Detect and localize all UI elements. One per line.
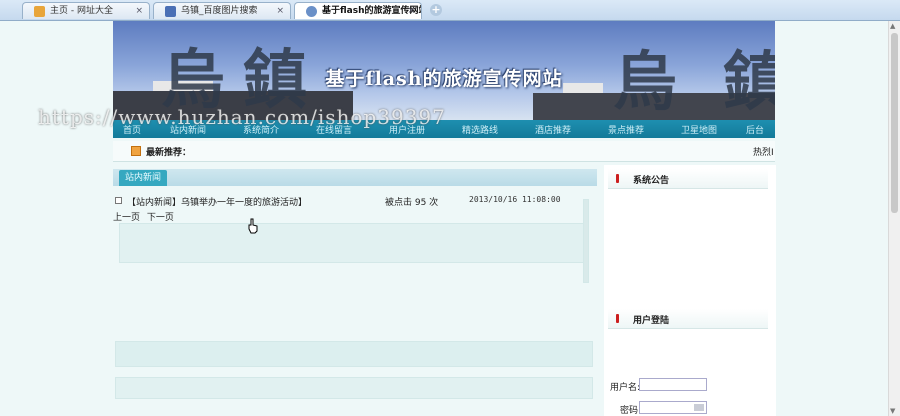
ticker-scrolling-text[interactable]: 热烈I <box>753 145 774 158</box>
nav-item-hotels[interactable]: 酒店推荐 <box>535 123 571 136</box>
next-page-link[interactable]: 下一页 <box>147 213 174 223</box>
page-scrollbar[interactable]: ▲ ▼ <box>888 21 900 416</box>
home-icon <box>34 6 45 17</box>
page-viewport: 烏 鎮 烏 鎮 基于flash的旅游宣传网站 首页 站内新闻 系统简介 在线留言… <box>0 21 888 416</box>
mouse-cursor-icon <box>248 218 258 234</box>
password-label: 密码: <box>620 406 642 416</box>
browser-tab-title: 主页 - 网址大全 <box>50 6 113 16</box>
login-box-header: 用户登陆 <box>608 309 768 329</box>
bookmark-icon <box>616 314 619 323</box>
faded-background-block <box>115 341 593 367</box>
browser-tab-active[interactable]: 基于flash的旅游宣传网站 × <box>294 2 422 19</box>
ticker-label: 最新推荐： <box>146 148 192 158</box>
browser-tab-strip: 主页 - 网址大全 × 乌镇_百度图片搜索 × 基于flash的旅游宣传网站 ×… <box>0 0 900 21</box>
prev-page-link[interactable]: 上一页 <box>113 213 140 223</box>
news-header: 站内新闻 <box>113 169 597 186</box>
nav-item-map[interactable]: 卫星地图 <box>681 123 717 136</box>
faded-background-block <box>119 223 589 263</box>
scroll-down-icon[interactable]: ▼ <box>890 407 895 415</box>
news-date: 2013/10/16 11:08:00 <box>469 195 561 204</box>
scroll-thumb[interactable] <box>891 33 898 213</box>
scroll-up-icon[interactable]: ▲ <box>890 22 895 30</box>
username-label: 用户名: <box>610 383 641 393</box>
inner-scrollbar <box>583 199 589 283</box>
nav-item-attractions[interactable]: 景点推荐 <box>608 123 644 136</box>
notice-title: 系统公告 <box>633 176 670 186</box>
close-icon[interactable]: × <box>276 3 284 19</box>
site-title: 基于flash的旅游宣传网站 <box>325 68 563 90</box>
browser-tab-title: 乌镇_百度图片搜索 <box>181 6 258 16</box>
recommend-ticker: 最新推荐： 热烈I <box>113 141 775 162</box>
username-input[interactable] <box>639 378 707 391</box>
faded-background-block <box>115 377 593 399</box>
tab-news[interactable]: 站内新闻 <box>119 170 167 186</box>
nav-item-routes[interactable]: 精选路线 <box>462 123 498 136</box>
list-item[interactable]: 【站内新闻】乌镇举办一年一度的旅游活动】 被点击 95 次 2013/10/16… <box>113 195 597 209</box>
notice-icon <box>131 146 141 156</box>
close-icon[interactable]: × <box>135 3 143 19</box>
nav-item-admin[interactable]: 后台 <box>746 123 764 136</box>
pager: 上一页 下一页 <box>113 210 178 223</box>
browser-tab-home[interactable]: 主页 - 网址大全 × <box>22 2 150 19</box>
bullet-icon <box>115 197 122 204</box>
password-input[interactable] <box>639 401 707 414</box>
news-title-link[interactable]: 【站内新闻】乌镇举办一年一度的旅游活动】 <box>127 195 307 208</box>
image-icon <box>165 6 176 17</box>
new-tab-button[interactable]: + <box>430 4 442 16</box>
bookmark-icon <box>616 174 619 183</box>
watermark-text: https://www.huzhan.com/ishop39397 <box>38 105 446 129</box>
sidebar: 系统公告 用户登陆 用户名: 密码: <box>604 165 776 416</box>
login-title: 用户登陆 <box>633 316 670 326</box>
keyboard-icon[interactable] <box>694 404 704 411</box>
close-icon[interactable]: × <box>407 3 415 19</box>
news-panel: 站内新闻 【站内新闻】乌镇举办一年一度的旅游活动】 被点击 95 次 2013/… <box>113 169 601 416</box>
page-icon <box>306 6 317 17</box>
news-click-count: 被点击 95 次 <box>385 198 439 208</box>
notice-box-header: 系统公告 <box>608 169 768 189</box>
browser-tab-image-search[interactable]: 乌镇_百度图片搜索 × <box>153 2 291 19</box>
